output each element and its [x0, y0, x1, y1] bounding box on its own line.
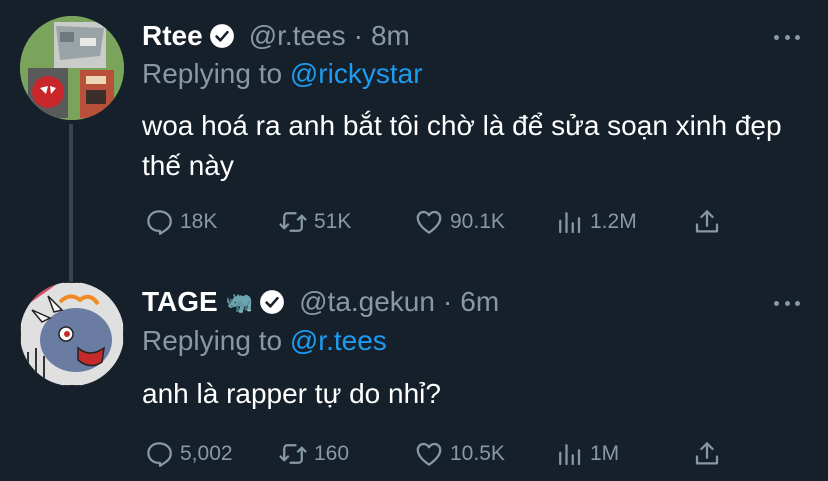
share-button[interactable] [692, 436, 722, 472]
reply-icon [147, 442, 172, 467]
like-count: 90.1K [450, 210, 505, 233]
views-icon [559, 212, 581, 234]
share-icon [695, 442, 719, 465]
avatar-image [20, 282, 124, 386]
share-button[interactable] [692, 204, 722, 240]
tweet[interactable]: Rtee @r.tees · 8m Replying to @rickystar… [0, 0, 828, 270]
replying-to: Replying to @rickystar [142, 58, 423, 90]
retweet-button[interactable]: 160 [278, 436, 349, 472]
verified-badge-icon [209, 24, 234, 48]
separator-dot: · [353, 20, 363, 51]
tweet-actions: 18K 51K 90.1K 1.2M [142, 204, 742, 240]
share-icon [695, 210, 719, 233]
reply-count: 5,002 [180, 442, 233, 465]
user-handle[interactable]: @r.tees [249, 20, 346, 52]
replying-to-mention[interactable]: @r.tees [290, 325, 387, 356]
more-options-icon[interactable] [774, 32, 800, 42]
avatar[interactable] [20, 16, 124, 120]
retweet-icon [279, 212, 307, 232]
timestamp[interactable]: 8m [371, 20, 410, 52]
views-button[interactable]: 1.2M [554, 204, 637, 240]
reply-icon [147, 210, 172, 235]
display-name[interactable]: Rtee [142, 20, 203, 52]
timestamp[interactable]: 6m [460, 286, 499, 318]
replying-to-label: Replying to [142, 58, 290, 89]
reply-button[interactable]: 5,002 [144, 436, 233, 472]
user-handle[interactable]: @ta.gekun [299, 286, 435, 318]
separator-dot: · [442, 286, 453, 317]
avatar-image [20, 16, 124, 120]
view-count: 1.2M [590, 210, 637, 233]
like-button[interactable]: 10.5K [414, 436, 505, 472]
retweet-count: 160 [314, 442, 350, 465]
tweet-text: anh là rapper tự do nhỉ? [142, 378, 441, 409]
tweet-actions: 5,002 160 10.5K 1M [142, 436, 742, 472]
view-count: 1M [590, 442, 620, 465]
retweet-icon [279, 444, 307, 464]
avatar[interactable] [20, 282, 124, 386]
more-options-icon[interactable] [774, 298, 800, 308]
tweet-text: woa hoá ra anh bắt tôi chờ là để sửa soạ… [142, 110, 782, 181]
heart-icon [416, 210, 442, 234]
replying-to: Replying to @r.tees [142, 325, 387, 357]
tweet[interactable]: TAGE 🦏 @ta.gekun · 6m Replying to @r.tee… [0, 270, 828, 481]
reply-count: 18K [180, 210, 218, 233]
replying-to-label: Replying to [142, 325, 290, 356]
verified-badge-icon [260, 290, 285, 314]
like-button[interactable]: 90.1K [414, 204, 505, 240]
reply-button[interactable]: 18K [144, 204, 217, 240]
display-name[interactable]: TAGE [142, 286, 218, 318]
like-count: 10.5K [450, 442, 505, 465]
retweet-button[interactable]: 51K [278, 204, 351, 240]
views-button[interactable]: 1M [554, 436, 619, 472]
tweet-header: Rtee @r.tees · 8m [142, 16, 410, 56]
rhino-emoji-icon: 🦏 [225, 289, 254, 314]
retweet-count: 51K [314, 210, 352, 233]
replying-to-mention[interactable]: @rickystar [290, 58, 423, 89]
views-icon [559, 444, 581, 466]
heart-icon [416, 442, 442, 466]
tweet-header: TAGE 🦏 @ta.gekun · 6m [142, 282, 499, 322]
